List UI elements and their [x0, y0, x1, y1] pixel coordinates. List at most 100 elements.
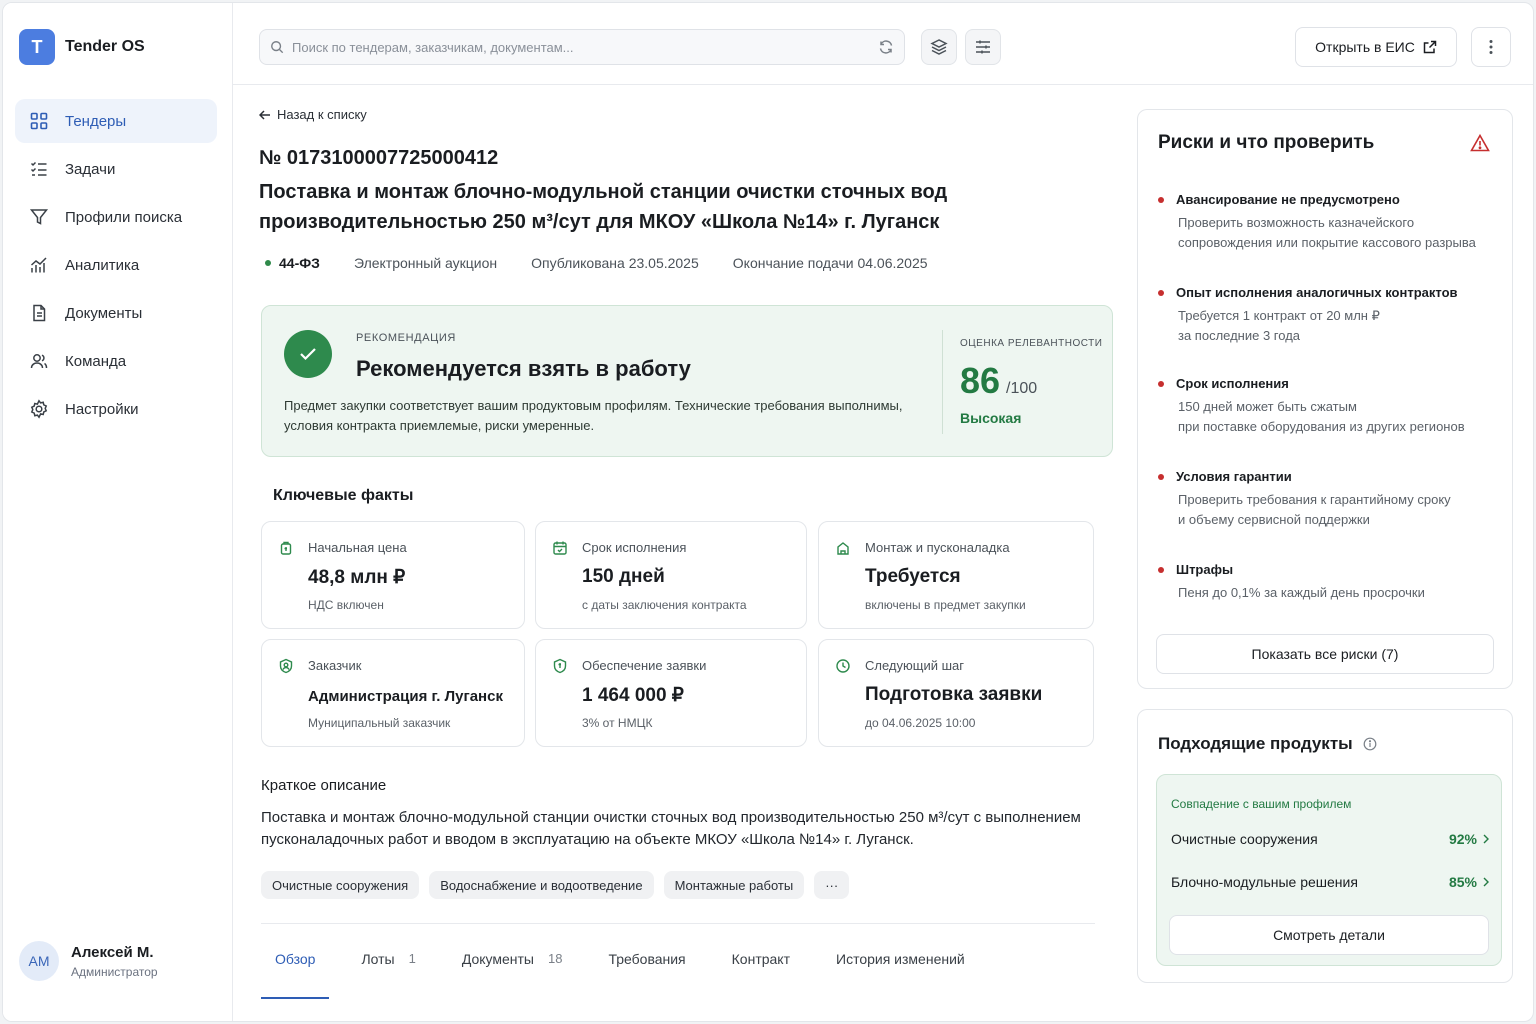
tab-count: 1	[408, 951, 416, 966]
sidebar-item-label: Настройки	[65, 400, 139, 418]
sidebar-item-settings[interactable]: Настройки	[15, 387, 217, 431]
fact-card-installation: Монтаж и пусконаладка Требуется включены…	[818, 521, 1094, 629]
sidebar-nav: Тендеры Задачи Профили поиска Аналитика …	[15, 99, 217, 435]
top-bar: Открыть в ЕИС	[233, 3, 1533, 85]
tab-history[interactable]: История изменений	[822, 939, 979, 999]
info-icon[interactable]	[1363, 737, 1377, 751]
match-label: Совпадение с вашим профилем	[1171, 797, 1352, 811]
risk-line: и объему сервисной поддержки	[1178, 512, 1370, 527]
law-badge: 44-ФЗ	[259, 255, 320, 271]
sidebar-item-label: Тендеры	[65, 112, 127, 130]
open-eis-label: Открыть в ЕИС	[1315, 39, 1415, 55]
fact-value: 1 464 000 ₽	[582, 685, 684, 706]
risk-item: Опыт исполнения аналогичных контрактов Т…	[1158, 285, 1498, 346]
back-link[interactable]: Назад к списку	[259, 107, 367, 122]
grid-icon	[30, 112, 48, 130]
user-role: Администратор	[71, 964, 158, 979]
sidebar-item-analytics[interactable]: Аналитика	[15, 243, 217, 287]
show-all-risks-button[interactable]: Показать все риски (7)	[1156, 634, 1494, 674]
fact-value: Требуется	[865, 566, 961, 587]
tag[interactable]: Монтажные работы	[663, 871, 805, 899]
tag[interactable]: Очистные сооружения	[261, 871, 420, 899]
fact-label: Монтаж и пусконаладка	[865, 540, 1010, 555]
risk-line: за последние 3 года	[1178, 328, 1301, 343]
sidebar-item-label: Профили поиска	[65, 208, 183, 226]
tag[interactable]: Водоснабжение и водоотведение	[429, 871, 654, 899]
description-text: Поставка и монтаж блочно-модульной станц…	[261, 809, 1081, 848]
view-details-button[interactable]: Смотреть детали	[1169, 915, 1489, 955]
risk-line: Проверить требования к гарантийному срок…	[1178, 492, 1451, 507]
brand[interactable]: T Tender OS	[19, 29, 145, 65]
fact-card-next-step: Следующий шаг Подготовка заявки до 04.06…	[818, 639, 1094, 747]
percent-value: 92%	[1448, 831, 1477, 847]
layers-button[interactable]	[921, 29, 957, 65]
products-panel: Подходящие продукты Совпадение с вашим п…	[1137, 709, 1513, 983]
tab-requirements[interactable]: Требования	[594, 939, 699, 999]
risk-title: Срок исполнения	[1158, 376, 1498, 391]
fact-sub: 3% от НМЦК	[582, 716, 653, 730]
risk-item: Условия гарантии Проверить требования к …	[1158, 469, 1498, 530]
divider	[942, 330, 943, 434]
tab-label: Лоты	[361, 951, 395, 967]
customer-icon	[279, 658, 293, 674]
search-input[interactable]	[292, 39, 878, 55]
product-match-row[interactable]: Блочно-модульные решения 85%	[1171, 874, 1489, 890]
fact-sub: до 04.06.2025 10:00	[865, 716, 976, 730]
sidebar-item-label: Аналитика	[65, 256, 140, 274]
sidebar-item-team[interactable]: Команда	[15, 339, 217, 383]
sidebar-item-label: Команда	[65, 352, 127, 370]
tab-label: История изменений	[836, 951, 965, 967]
risks-panel: Риски и что проверить Авансирование не п…	[1137, 109, 1513, 689]
risk-line: сопровождения или покрытие кассового раз…	[1178, 235, 1476, 250]
risk-description: Проверить возможность казначейского сопр…	[1178, 213, 1498, 253]
fact-label: Заказчик	[308, 658, 362, 673]
sidebar-item-tasks[interactable]: Задачи	[15, 147, 217, 191]
risk-description: Пеня до 0,1% за каждый день просрочки	[1178, 583, 1498, 603]
fact-card-customer: Заказчик Администрация г. Луганск Муници…	[261, 639, 525, 747]
team-icon	[30, 354, 48, 369]
tab-label: Документы	[461, 951, 534, 967]
brand-name: Tender OS	[65, 38, 145, 55]
risk-title: Опыт исполнения аналогичных контрактов	[1158, 285, 1498, 300]
fact-label: Начальная цена	[308, 540, 407, 555]
tender-title: Поставка и монтаж блочно-модульной станц…	[259, 181, 948, 233]
filters-button[interactable]	[965, 29, 1001, 65]
risk-title: Условия гарантии	[1158, 469, 1498, 484]
tab-contract[interactable]: Контракт	[718, 939, 804, 999]
fact-value: 150 дней	[582, 566, 665, 587]
user-profile[interactable]: AM Алексей М. Администратор	[19, 941, 158, 981]
fact-card-duration: Срок исполнения 150 дней с даты заключен…	[535, 521, 807, 629]
recommendation-card: РЕКОМЕНДАЦИЯ Рекомендуется взять в работ…	[261, 305, 1113, 457]
back-label: Назад к списку	[277, 107, 367, 122]
fact-sub: включены в предмет закупки	[865, 598, 1026, 612]
sidebar-item-tenders[interactable]: Тендеры	[15, 99, 217, 143]
brand-logo: T	[19, 29, 55, 65]
published-date: Опубликована 23.05.2025	[531, 255, 699, 271]
sidebar-item-documents[interactable]: Документы	[15, 291, 217, 335]
score-value: 86	[960, 360, 1001, 401]
product-match-percent: 92%	[1449, 831, 1489, 847]
open-eis-button[interactable]: Открыть в ЕИС	[1295, 27, 1457, 67]
risk-title: Авансирование не предусмотрено	[1158, 192, 1498, 207]
arrow-left-icon	[259, 109, 270, 120]
tab-label: Требования	[608, 951, 686, 967]
key-facts-title: Ключевые факты	[273, 487, 414, 504]
tender-meta: 44-ФЗ Электронный аукцион Опубликована 2…	[259, 255, 962, 271]
fact-label: Обеспечение заявки	[582, 658, 707, 673]
tab-overview[interactable]: Обзор	[261, 939, 330, 999]
sidebar-item-search-profiles[interactable]: Профили поиска	[15, 195, 217, 239]
more-tags-button[interactable]: ···	[814, 871, 850, 899]
tab-lots[interactable]: Лоты 1	[347, 939, 429, 999]
products-title-row: Подходящие продукты	[1158, 734, 1377, 754]
risk-item: Срок исполнения 150 дней может быть сжат…	[1158, 376, 1498, 437]
refresh-icon[interactable]	[878, 39, 894, 55]
product-name: Блочно-модульные решения	[1171, 874, 1358, 890]
more-menu-button[interactable]	[1471, 27, 1511, 67]
tab-documents[interactable]: Документы 18	[448, 939, 577, 999]
tab-count: 18	[547, 951, 563, 966]
risk-description: Проверить требования к гарантийному срок…	[1178, 490, 1498, 530]
risks-title: Риски и что проверить	[1158, 132, 1375, 153]
chart-icon	[31, 257, 47, 273]
product-match-percent: 85%	[1449, 874, 1489, 890]
product-match-row[interactable]: Очистные сооружения 92%	[1171, 831, 1489, 847]
